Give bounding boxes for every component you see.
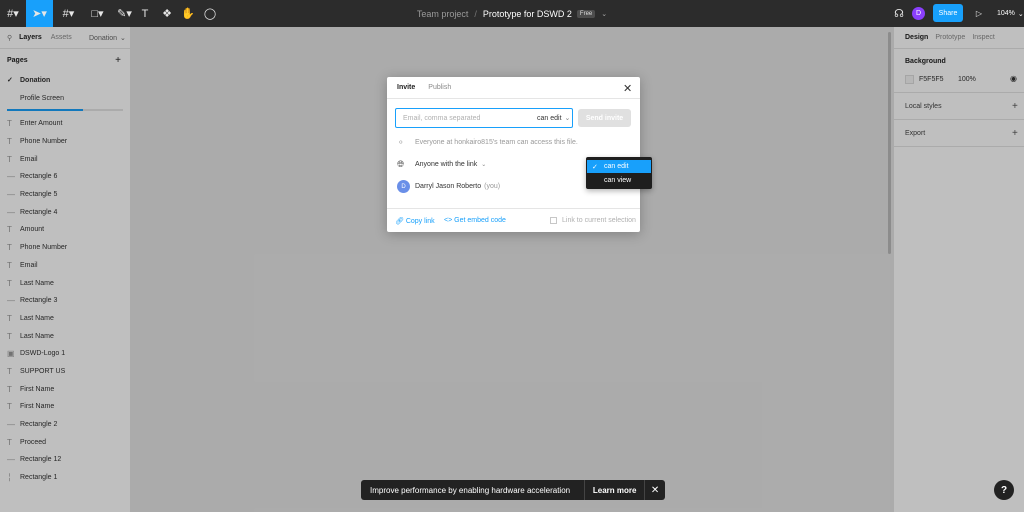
link-access-row[interactable]: 🌐︎ Anyone with the link ⌄ <box>397 159 486 170</box>
dropdown-option-can-edit[interactable]: ✓ can edit <box>587 160 651 173</box>
team-access-text: Everyone at honkairo815's team can acces… <box>415 139 578 146</box>
comment-tool-icon[interactable]: ◯ <box>202 0 218 27</box>
frame-tool-icon[interactable]: #▾ <box>55 0 82 27</box>
checkbox-icon <box>550 217 557 224</box>
avatar: D <box>397 180 410 193</box>
chevron-down-icon: ⌄ <box>1017 10 1024 18</box>
pen-tool-icon[interactable]: ✎▾ <box>111 0 138 27</box>
main-menu-icon[interactable]: #▾ <box>0 0 26 27</box>
dropdown-option-label: can view <box>604 177 632 184</box>
tab-publish[interactable]: Publish <box>428 84 451 91</box>
close-icon[interactable]: ✕ <box>645 485 665 496</box>
share-dialog-footer: 🔗︎ Copy link <> Get embed code Link to c… <box>387 208 640 232</box>
avatar[interactable]: D <box>912 7 925 20</box>
close-icon[interactable]: ✕ <box>623 82 632 95</box>
components-icon[interactable]: ❖ <box>159 0 175 27</box>
share-button[interactable]: Share <box>933 4 963 22</box>
title-separator: / <box>474 8 477 19</box>
toolbar: #▾ ➤▾ #▾ □▾ ✎▾ T ❖ ✋ ◯ Team project / Pr… <box>0 0 1024 27</box>
dropdown-option-can-view[interactable]: can view <box>587 174 651 187</box>
link-to-selection-checkbox[interactable]: Link to current selection <box>550 217 636 224</box>
permission-dropdown: ✓ can edit can view <box>586 157 652 189</box>
move-tool-icon[interactable]: ➤▾ <box>26 0 53 27</box>
project-name[interactable]: Team project <box>417 9 469 19</box>
send-invite-button[interactable]: Send invite <box>578 109 631 127</box>
invite-permission-label: can edit <box>537 115 562 122</box>
embed-code-button[interactable]: <> Get embed code <box>444 217 506 224</box>
hand-tool-icon[interactable]: ✋ <box>180 0 196 27</box>
link-icon: 🔗︎ <box>395 218 404 225</box>
plan-badge: Free <box>576 9 596 18</box>
zoom-value: 104% <box>997 10 1015 17</box>
zoom-level[interactable]: 104% ⌄ <box>997 0 1024 27</box>
help-button[interactable]: ? <box>994 480 1014 500</box>
team-icon: ⚬ <box>397 137 405 147</box>
learn-more-button[interactable]: Learn more <box>585 486 644 495</box>
headphones-icon[interactable]: ☊ <box>891 0 907 27</box>
share-dialog: Invite Publish ✕ Email, comma separated … <box>387 77 640 232</box>
copy-link-button[interactable]: 🔗︎ Copy link <box>395 217 435 225</box>
embed-code-label: Get embed code <box>454 217 506 224</box>
play-icon[interactable]: ▷ <box>972 0 986 27</box>
toast-message: Improve performance by enabling hardware… <box>370 485 571 495</box>
check-icon: ✓ <box>592 163 598 171</box>
invite-placeholder: Email, comma separated <box>403 114 481 122</box>
copy-link-label: Copy link <box>405 218 435 225</box>
chevron-down-icon: ⌄ <box>564 115 571 122</box>
globe-icon: 🌐︎ <box>397 159 405 169</box>
file-title: Team project / Prototype for DSWD 2 Free… <box>0 0 1024 27</box>
dropdown-option-label: can edit <box>604 163 629 170</box>
text-tool-icon[interactable]: T <box>137 0 153 27</box>
file-name[interactable]: Prototype for DSWD 2 <box>483 9 572 19</box>
you-label: (you) <box>484 183 501 190</box>
user-row: D Darryl Jason Roberto (you) <box>397 180 500 193</box>
user-name: Darryl Jason Roberto <box>415 183 482 190</box>
chevron-down-icon: ⌄ <box>481 162 487 168</box>
hardware-acceleration-toast: Improve performance by enabling hardware… <box>361 480 665 500</box>
invite-email-input[interactable]: Email, comma separated can edit ⌄ <box>395 108 573 128</box>
share-dialog-tabs: Invite Publish <box>387 77 640 99</box>
code-icon: <> <box>444 217 453 224</box>
tab-invite[interactable]: Invite <box>397 84 415 91</box>
link-access-text: Anyone with the link <box>415 161 478 168</box>
link-to-selection-label: Link to current selection <box>562 217 636 224</box>
invite-permission-select[interactable]: can edit ⌄ <box>537 114 570 122</box>
shape-tool-icon[interactable]: □▾ <box>84 0 111 27</box>
team-access-row: ⚬ Everyone at honkairo815's team can acc… <box>397 137 578 148</box>
chevron-down-icon[interactable]: ⌄ <box>601 10 607 18</box>
